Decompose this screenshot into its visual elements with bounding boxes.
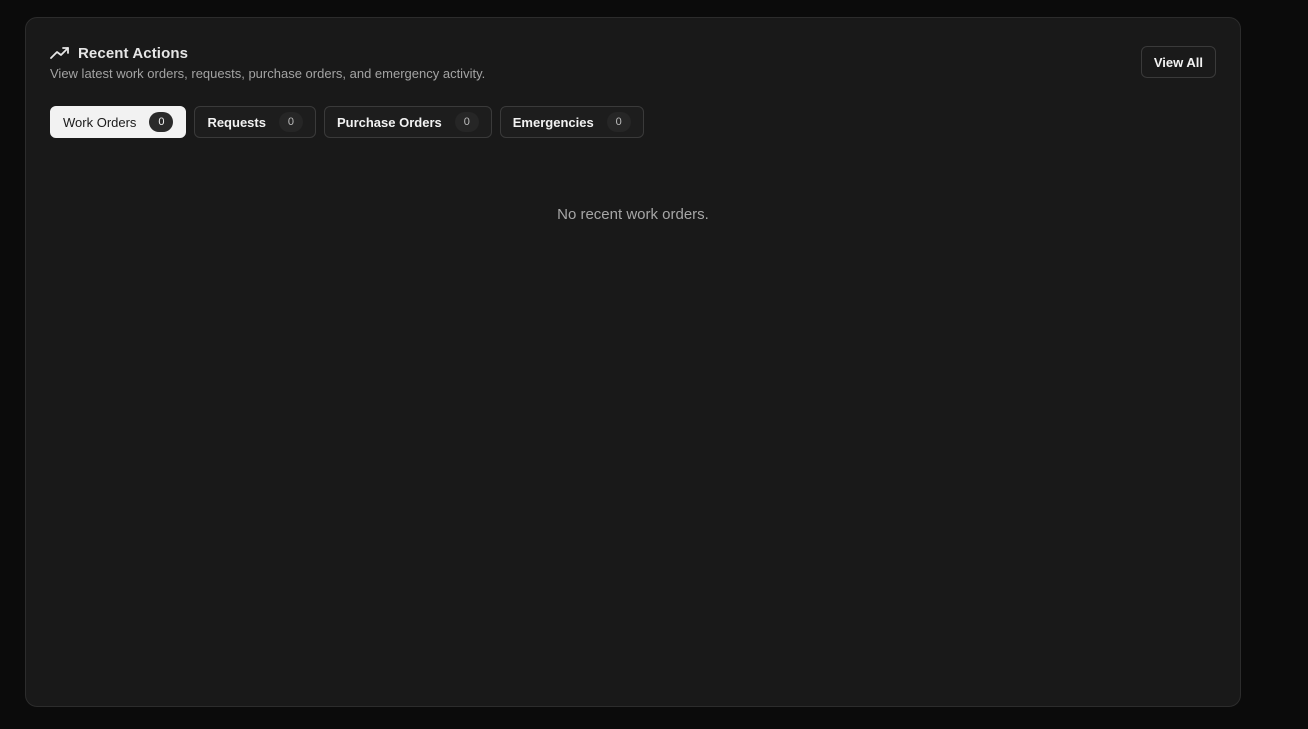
tab-label: Emergencies (512, 114, 594, 130)
card-title: Recent Actions (78, 44, 189, 62)
count-badge: 0 (454, 112, 479, 132)
trending-up-icon (50, 46, 70, 60)
tab-label: Work Orders (63, 114, 137, 130)
count-badge: 0 (278, 112, 303, 132)
tab-work-orders[interactable]: Work Orders 0 (50, 106, 187, 138)
card-subtitle: View latest work orders, requests, purch… (50, 66, 486, 81)
tab-emergencies[interactable]: Emergencies 0 (499, 106, 644, 138)
view-all-button[interactable]: View All (1140, 46, 1216, 78)
tab-list: Work Orders 0 Requests 0 Purchase Orders… (50, 106, 644, 138)
empty-state-message: No recent work orders. (557, 206, 709, 223)
count-badge: 0 (606, 112, 631, 132)
tab-label: Purchase Orders (336, 114, 442, 130)
tab-purchase-orders[interactable]: Purchase Orders 0 (323, 106, 492, 138)
tab-requests[interactable]: Requests 0 (194, 106, 316, 138)
tab-label: Requests (207, 114, 266, 130)
title-row: Recent Actions (50, 44, 485, 62)
header-text: Recent Actions View latest work orders, … (50, 44, 486, 82)
count-badge: 0 (149, 112, 174, 132)
recent-actions-card: Recent Actions View latest work orders, … (25, 17, 1241, 707)
card-header: Recent Actions View latest work orders, … (50, 44, 1216, 81)
